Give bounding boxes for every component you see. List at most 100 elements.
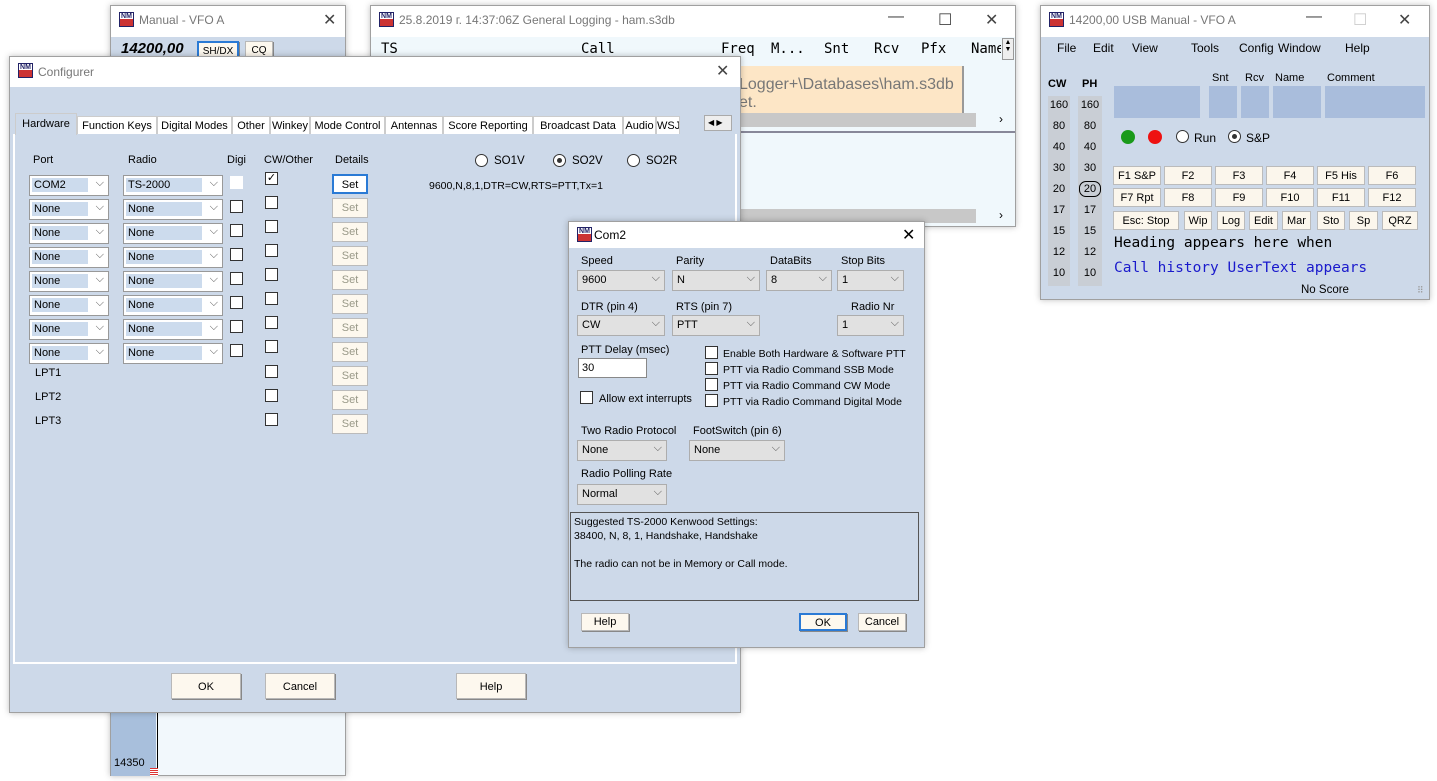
ptt-option-checkbox[interactable] <box>705 346 718 359</box>
stopbits-select[interactable]: 1 ⌵ <box>837 270 904 291</box>
details-set-button[interactable]: Set <box>332 270 368 290</box>
radio-select[interactable]: None ⌵ <box>123 271 223 292</box>
snt-input[interactable] <box>1209 86 1237 118</box>
ph-band-160[interactable]: 160 <box>1079 99 1101 111</box>
tab-scroll-arrows[interactable]: ◀ ▶ <box>704 115 732 131</box>
ph-band-15[interactable]: 15 <box>1079 225 1101 237</box>
details-set-button[interactable]: Set <box>332 198 368 218</box>
radio-select[interactable]: None ⌵ <box>123 343 223 364</box>
maximize-icon[interactable]: ☐ <box>1353 10 1367 30</box>
column-header[interactable]: Freq <box>721 41 755 57</box>
menu-help[interactable]: Help <box>1345 41 1370 55</box>
rcv-input[interactable] <box>1241 86 1269 118</box>
radio-select[interactable]: None ⌵ <box>123 247 223 268</box>
cw-band-17[interactable]: 17 <box>1048 204 1070 216</box>
action-button[interactable]: Edit <box>1249 211 1278 230</box>
radio-select[interactable]: None ⌵ <box>123 319 223 340</box>
close-icon[interactable]: ✕ <box>323 10 336 30</box>
port-select[interactable]: None ⌵ <box>29 271 109 292</box>
details-set-button[interactable]: Set <box>332 318 368 338</box>
function-key-button[interactable]: F9 <box>1215 188 1263 207</box>
port-select[interactable]: None ⌵ <box>29 319 109 340</box>
name-input[interactable] <box>1273 86 1321 118</box>
function-key-button[interactable]: F4 <box>1266 166 1314 185</box>
cw-band-160[interactable]: 160 <box>1048 99 1070 111</box>
cw-other-checkbox[interactable] <box>265 340 278 353</box>
cw-other-checkbox[interactable] <box>265 244 278 257</box>
details-set-button[interactable]: Set <box>332 366 368 386</box>
cw-other-checkbox[interactable]: ✓ <box>265 172 278 185</box>
maximize-icon[interactable]: ☐ <box>938 10 952 30</box>
function-key-button[interactable]: F8 <box>1164 188 1212 207</box>
close-icon[interactable]: ✕ <box>716 61 729 81</box>
details-set-button[interactable]: Set <box>332 222 368 242</box>
action-button[interactable]: Sp <box>1349 211 1378 230</box>
details-set-button[interactable]: Set <box>332 414 368 434</box>
cancel-button[interactable]: Cancel <box>265 673 335 699</box>
dtr-select[interactable]: CW ⌵ <box>577 315 665 336</box>
digi-checkbox[interactable] <box>230 272 243 285</box>
digi-checkbox[interactable] <box>230 224 243 237</box>
function-key-button[interactable]: F6 <box>1368 166 1416 185</box>
function-key-button[interactable]: F5 His <box>1317 166 1365 185</box>
scroll-spinner[interactable]: ▲ ▼ <box>1002 38 1014 60</box>
so-radio-so1v[interactable] <box>475 154 488 167</box>
cw-band-80[interactable]: 80 <box>1048 120 1070 132</box>
footswitch-select[interactable]: None ⌵ <box>689 440 785 461</box>
function-key-button[interactable]: F3 <box>1215 166 1263 185</box>
details-set-button[interactable]: Set <box>332 390 368 410</box>
speed-select[interactable]: 9600 ⌵ <box>577 270 665 291</box>
action-button[interactable]: Wip <box>1184 211 1212 230</box>
parity-select[interactable]: N ⌵ <box>672 270 760 291</box>
ok-button[interactable]: OK <box>171 673 241 699</box>
scroll-right-icon[interactable]: › <box>999 112 1003 126</box>
tab-winkey[interactable]: Winkey <box>270 116 310 134</box>
so-radio-so2v[interactable] <box>553 154 566 167</box>
scroll-right-icon[interactable]: › <box>999 208 1003 222</box>
digi-checkbox[interactable] <box>230 320 243 333</box>
two-radio-select[interactable]: None ⌵ <box>577 440 667 461</box>
details-set-button[interactable]: Set <box>332 342 368 362</box>
close-icon[interactable]: ✕ <box>985 10 998 30</box>
ptt-option-checkbox[interactable] <box>705 378 718 391</box>
digi-checkbox[interactable] <box>230 200 243 213</box>
menu-view[interactable]: View <box>1132 41 1158 55</box>
action-button[interactable]: Log <box>1217 211 1245 230</box>
radio-select[interactable]: None ⌵ <box>123 223 223 244</box>
ph-band-17[interactable]: 17 <box>1079 204 1101 216</box>
column-header[interactable]: Call <box>581 41 615 57</box>
tab-wsj[interactable]: WSJ <box>656 116 680 134</box>
resize-grip-icon[interactable]: ⠿ <box>1417 285 1424 296</box>
rts-select[interactable]: PTT ⌵ <box>672 315 760 336</box>
function-key-button[interactable]: F10 <box>1266 188 1314 207</box>
close-icon[interactable]: ✕ <box>1398 10 1411 30</box>
ok-button[interactable]: OK <box>799 613 847 631</box>
menu-config[interactable]: Config <box>1239 41 1274 55</box>
port-select[interactable]: None ⌵ <box>29 247 109 268</box>
cw-other-checkbox[interactable] <box>265 365 278 378</box>
cw-other-checkbox[interactable] <box>265 389 278 402</box>
sp-radio[interactable] <box>1228 130 1241 143</box>
cw-other-checkbox[interactable] <box>265 196 278 209</box>
cw-band-20[interactable]: 20 <box>1048 183 1070 195</box>
tab-mode-control[interactable]: Mode Control <box>310 116 385 134</box>
cw-band-30[interactable]: 30 <box>1048 162 1070 174</box>
ph-band-12[interactable]: 12 <box>1079 246 1101 258</box>
cancel-button[interactable]: Cancel <box>858 613 906 631</box>
digi-checkbox[interactable] <box>230 176 243 189</box>
radio-select[interactable]: None ⌵ <box>123 199 223 220</box>
tab-antennas[interactable]: Antennas <box>385 116 443 134</box>
menu-tools[interactable]: Tools <box>1191 41 1219 55</box>
cw-other-checkbox[interactable] <box>265 268 278 281</box>
column-header[interactable]: Pfx <box>921 41 946 57</box>
cw-band-40[interactable]: 40 <box>1048 141 1070 153</box>
column-header[interactable]: TS <box>381 41 398 57</box>
port-select[interactable]: None ⌵ <box>29 199 109 220</box>
databits-select[interactable]: 8 ⌵ <box>766 270 832 291</box>
details-set-button[interactable]: Set <box>332 246 368 266</box>
function-key-button[interactable]: F12 <box>1368 188 1416 207</box>
details-set-button[interactable]: Set <box>332 294 368 314</box>
cw-other-checkbox[interactable] <box>265 220 278 233</box>
cw-band-15[interactable]: 15 <box>1048 225 1070 237</box>
menu-edit[interactable]: Edit <box>1093 41 1114 55</box>
